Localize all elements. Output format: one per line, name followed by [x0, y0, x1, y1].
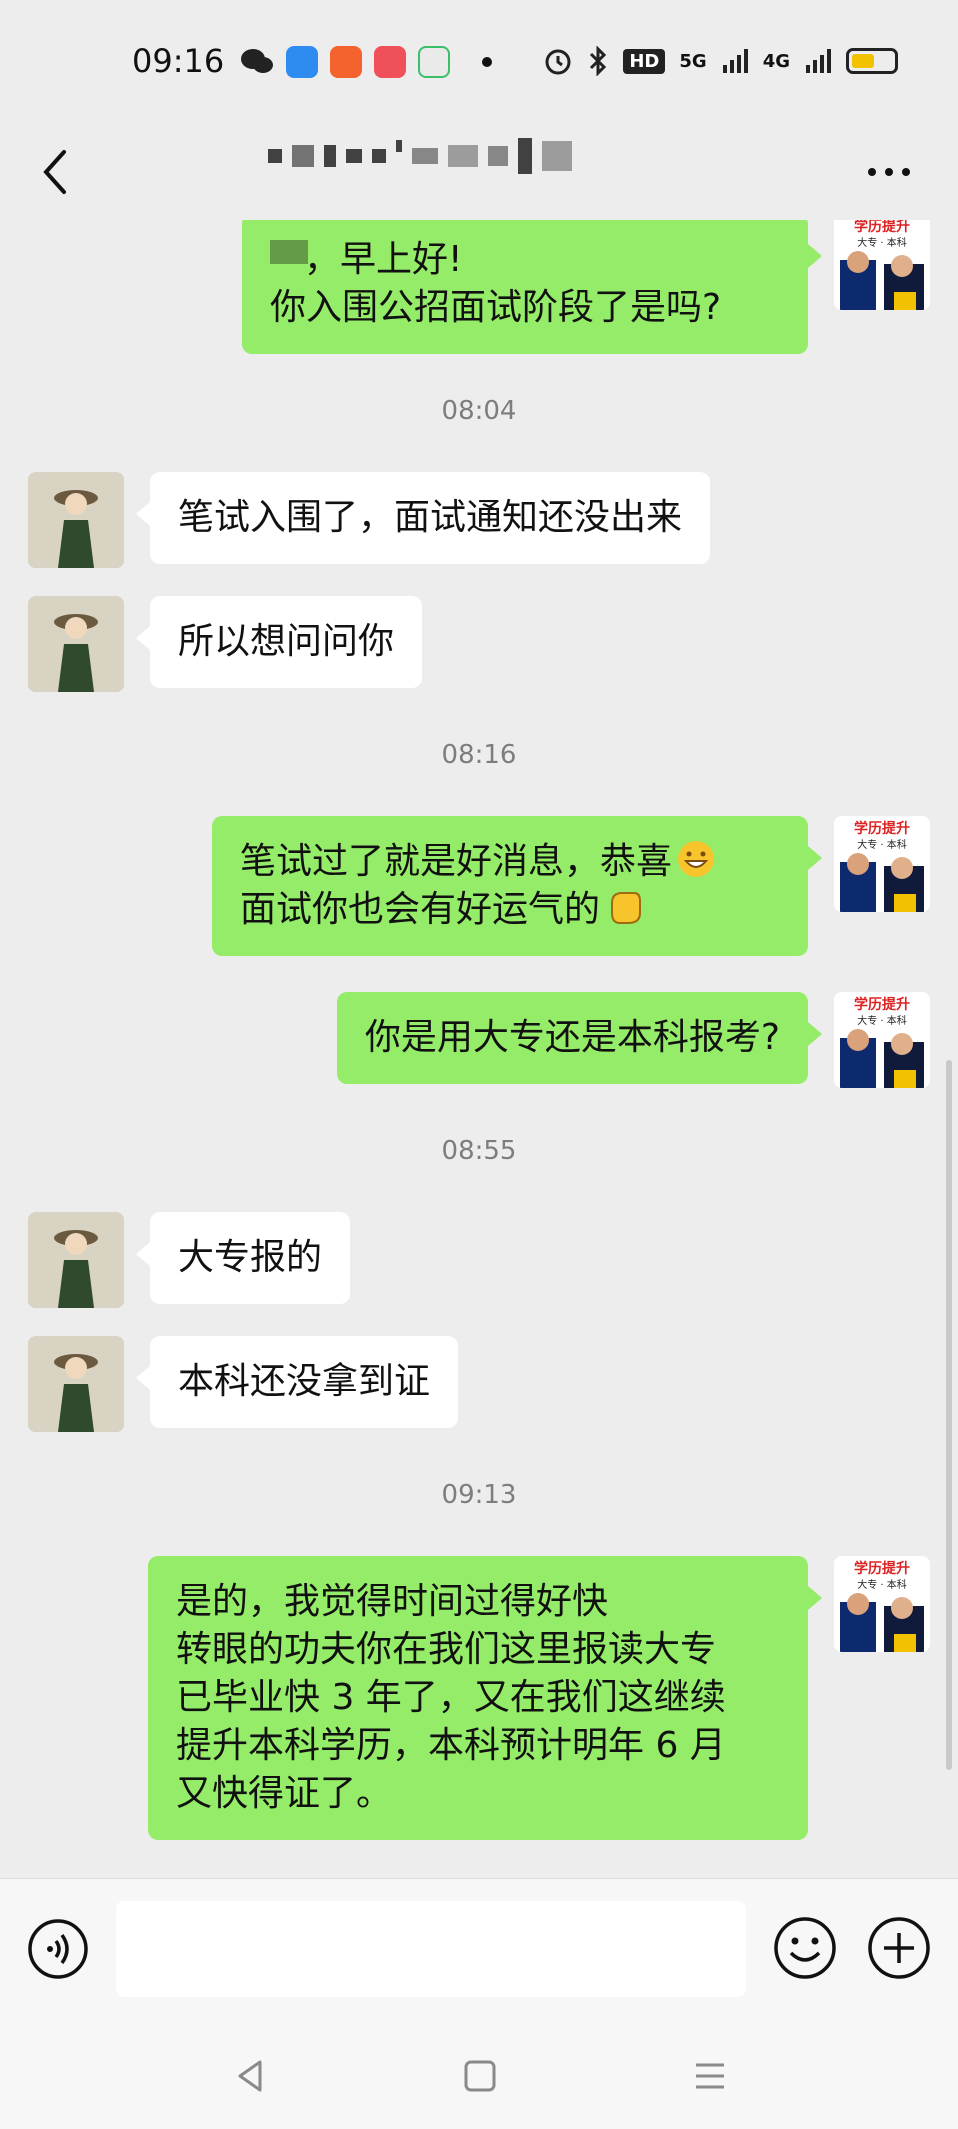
message-8-line-4: 提升本科学历，本科预计明年 6 月 [176, 1725, 726, 1766]
message-1-line-2: 你入围公招面试阶段了是吗? [270, 287, 722, 328]
fist-emoji-icon [611, 892, 642, 924]
message-7-line-1: 本科还没拿到证 [178, 1361, 431, 1402]
avatar-title-text: 学历提升 [854, 1560, 910, 1577]
message-bubble-3[interactable]: 所以想问问你 [135, 596, 423, 688]
self-avatar[interactable]: 学历提升 大专 · 本科 [834, 1556, 930, 1652]
self-avatar[interactable]: 学历提升 大专 · 本科 [834, 220, 930, 310]
redacted-title-blocks [268, 138, 572, 174]
avatar-subtitle-text: 大专 · 本科 [857, 838, 907, 851]
app-blue-icon [286, 46, 318, 78]
message-3-line-1: 所以想问问你 [178, 621, 395, 662]
timestamp-3: 08:55 [441, 1136, 517, 1166]
message-bubble-8[interactable]: 是的，我觉得时间过得好快 转眼的功夫你在我们这里报读大专 已毕业快 3 年了，又… [148, 1556, 822, 1840]
signal-bars-2-icon [806, 49, 831, 73]
message-bubble-2[interactable]: 笔试入围了，面试通知还没出来 [135, 472, 711, 564]
input-bar [0, 1878, 958, 2020]
timestamp-1: 08:04 [441, 396, 517, 426]
girl-avatar-icon [28, 1212, 124, 1308]
self-avatar[interactable]: 学历提升 大专 · 本科 [834, 992, 930, 1088]
grin-emoji-icon [678, 841, 715, 877]
avatar-subtitle-text: 大专 · 本科 [857, 1014, 907, 1027]
battery-icon [846, 48, 898, 74]
nav-back-icon[interactable] [230, 2056, 270, 2096]
redacted-name-block [270, 240, 308, 264]
friend-avatar[interactable] [28, 1336, 124, 1432]
notification-dot-icon [482, 57, 492, 67]
timestamp-2: 08:16 [441, 740, 517, 770]
plus-icon[interactable] [866, 1915, 932, 1981]
message-5-line-1: 你是用大专还是本科报考? [364, 1017, 780, 1058]
status-time: 09:16 [132, 42, 225, 80]
nav-home-icon[interactable] [460, 2056, 500, 2096]
app-red-icon [374, 46, 406, 78]
signal-5g-label: 5G [679, 50, 707, 72]
app-play-icon [418, 46, 450, 78]
voice-icon[interactable] [26, 1917, 90, 1981]
chat-scrollbar[interactable] [946, 1060, 952, 1770]
timestamp-4: 09:13 [441, 1480, 517, 1510]
more-dots-icon[interactable] [864, 152, 914, 192]
message-bubble-7[interactable]: 本科还没拿到证 [135, 1336, 459, 1428]
emoji-icon[interactable] [772, 1915, 838, 1981]
graduation-avatar-icon: 学历提升 大专 · 本科 [834, 816, 930, 912]
graduation-avatar-icon: 学历提升 大专 · 本科 [834, 220, 930, 310]
message-bubble-6[interactable]: 大专报的 [135, 1212, 351, 1304]
status-right-icons: HD 5G 4G [543, 46, 898, 76]
message-8-line-2: 转眼的功夫你在我们这里报读大专 [176, 1629, 717, 1670]
message-bubble-4[interactable]: 笔试过了就是好消息，恭喜 面试你也会有好运气的 [212, 816, 822, 956]
app-orange-icon [330, 46, 362, 78]
girl-avatar-icon [28, 596, 124, 692]
friend-avatar[interactable] [28, 1212, 124, 1308]
nav-menu-icon[interactable] [690, 2056, 730, 2096]
message-bubble-1[interactable]: ，早上好! 你入围公招面试阶段了是吗? [242, 220, 822, 354]
self-avatar[interactable]: 学历提升 大专 · 本科 [834, 816, 930, 912]
avatar-title-text: 学历提升 [854, 996, 910, 1013]
status-app-icons [240, 46, 492, 78]
graduation-avatar-icon: 学历提升 大专 · 本科 [834, 992, 930, 1088]
avatar-subtitle-text: 大专 · 本科 [857, 236, 907, 249]
friend-avatar[interactable] [28, 596, 124, 692]
avatar-title-text: 学历提升 [854, 220, 910, 235]
back-chevron-icon[interactable] [30, 142, 80, 202]
message-4-line-1-wrap: 笔试过了就是好消息，恭喜 [240, 838, 780, 886]
signal-4g-label: 4G [762, 50, 790, 72]
message-2-line-1: 笔试入围了，面试通知还没出来 [178, 497, 683, 538]
message-input[interactable] [116, 1901, 746, 1997]
friend-avatar[interactable] [28, 472, 124, 568]
message-1-line-1: ，早上好! [304, 239, 463, 280]
message-4-line-2: 面试你也会有好运气的 [240, 889, 601, 930]
girl-avatar-icon [28, 1336, 124, 1432]
avatar-title-text: 学历提升 [854, 820, 910, 837]
message-8-line-1: 是的，我觉得时间过得好快 [176, 1581, 609, 1622]
message-4-line-2-wrap: 面试你也会有好运气的 [240, 886, 780, 934]
message-bubble-5[interactable]: 你是用大专还是本科报考? [336, 992, 823, 1084]
girl-avatar-icon [28, 472, 124, 568]
message-8-line-5: 又快得证了。 [176, 1773, 393, 1814]
hd-badge: HD [623, 48, 666, 74]
message-6-line-1: 大专报的 [178, 1237, 323, 1278]
status-bar: 09:16 HD 5G 4G [0, 0, 958, 124]
alarm-icon [545, 49, 571, 75]
message-8-line-3: 已毕业快 3 年了，又在我们这继续 [176, 1677, 726, 1718]
message-4-line-1: 笔试过了就是好消息，恭喜 [240, 841, 673, 882]
graduation-avatar-icon: 学历提升 大专 · 本科 [834, 1556, 930, 1652]
avatar-subtitle-text: 大专 · 本科 [857, 1578, 907, 1591]
bluetooth-icon [590, 46, 607, 76]
wechat-icon [241, 49, 273, 73]
system-navigation-bar [0, 2020, 958, 2129]
signal-bars-icon [722, 49, 748, 73]
chat-messages[interactable]: 学历提升 大专 · 本科 ，早上好! 你入围公招面试阶段了是吗? 08:04 笔… [0, 220, 958, 1878]
